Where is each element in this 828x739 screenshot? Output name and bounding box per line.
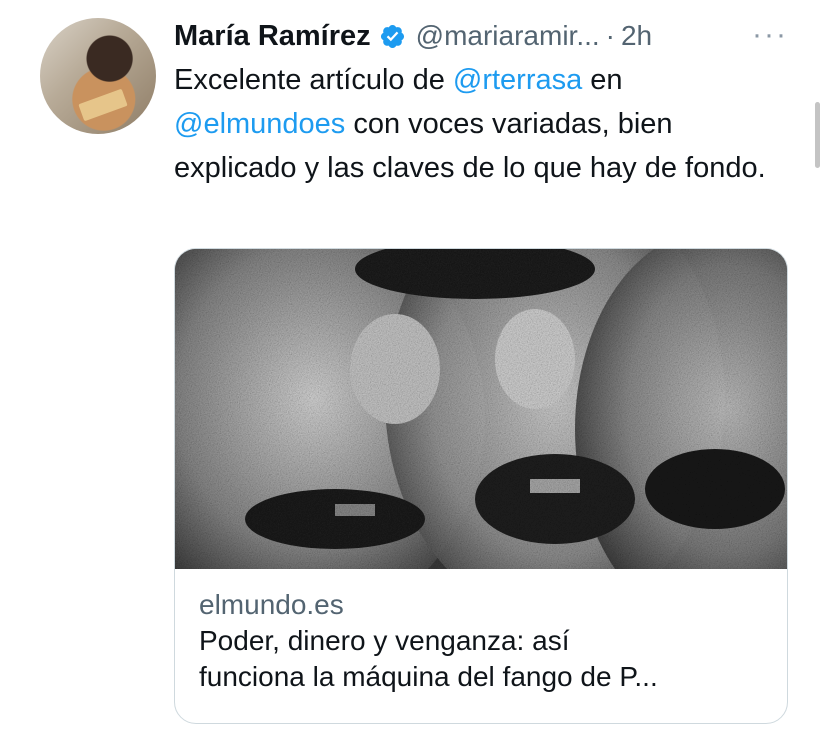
mention-link-elmundoes[interactable]: @elmundoes <box>174 108 345 140</box>
avatar-photo-detail <box>78 88 128 122</box>
tweet-text-segment: Excelente artículo de <box>174 64 453 96</box>
mention-link-rterrasa[interactable]: @rterrasa <box>453 64 582 96</box>
article-image[interactable] <box>175 249 787 569</box>
card-title: Poder, dinero y venganza: así funciona l… <box>199 623 763 695</box>
author-handle[interactable]: @mariaramir... <box>416 20 600 52</box>
link-preview-card[interactable]: elmundo.es Poder, dinero y venganza: así… <box>174 248 788 724</box>
author-avatar[interactable] <box>40 18 156 134</box>
tweet-text: Excelente artículo de @rterrasa en @elmu… <box>174 58 774 190</box>
scrollbar-thumb[interactable] <box>815 102 820 168</box>
card-domain: elmundo.es <box>199 589 344 620</box>
card-info: elmundo.es Poder, dinero y venganza: así… <box>175 569 787 695</box>
more-options-icon[interactable]: ··· <box>752 20 788 50</box>
tweet-header: María Ramírez @mariaramir... · 2h <box>174 14 652 58</box>
tweet-timestamp[interactable]: 2h <box>621 20 652 52</box>
tweet-text-segment: en <box>582 64 623 96</box>
card-title-line: Poder, dinero y venganza: así <box>199 625 570 656</box>
card-title-line: funciona la máquina del fango de P... <box>199 661 658 692</box>
separator-dot: · <box>605 20 615 51</box>
author-name[interactable]: María Ramírez <box>174 20 371 53</box>
verified-badge-icon <box>380 24 404 48</box>
